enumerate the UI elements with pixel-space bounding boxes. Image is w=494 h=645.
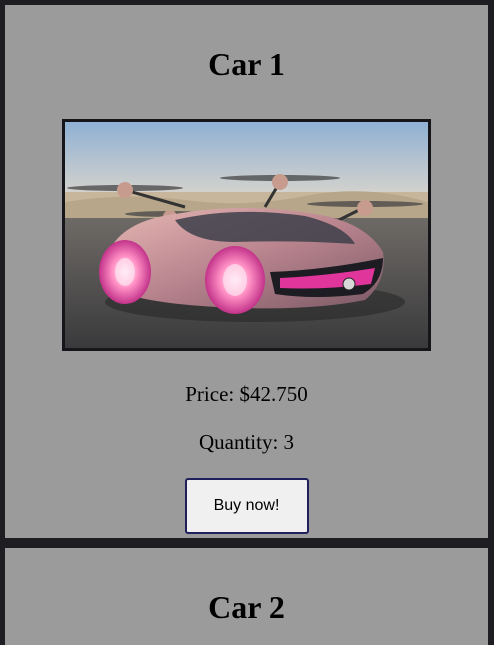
product-title: Car 2 (208, 589, 285, 625)
product-card: Car 1 Price: $42.750 Quantity: 3 Buy now… (5, 5, 488, 538)
product-title: Car 1 (208, 46, 285, 82)
buy-now-button[interactable]: Buy now! (184, 478, 309, 534)
product-image (62, 119, 431, 351)
product-card: Car 2 (5, 548, 488, 645)
product-quantity: Quantity: 3 (198, 430, 295, 454)
product-list: Car 1 Price: $42.750 Quantity: 3 Buy now… (0, 0, 494, 645)
product-price: Price: $42.750 (185, 382, 308, 406)
